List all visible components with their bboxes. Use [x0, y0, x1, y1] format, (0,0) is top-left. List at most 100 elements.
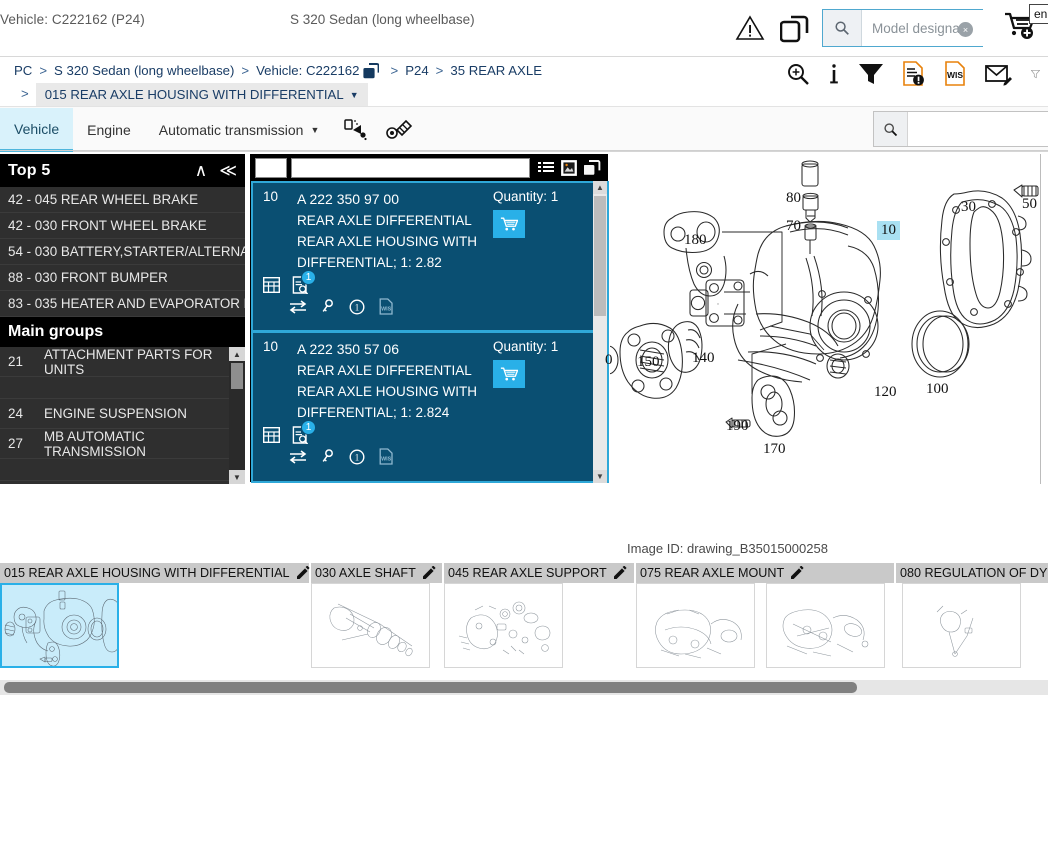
thumbnail-tile[interactable]	[311, 583, 430, 668]
scrollbar-thumb[interactable]	[231, 363, 243, 389]
parts-search-field[interactable]	[291, 158, 530, 178]
vehicle-model-label: S 320 Sedan (long wheelbase)	[290, 12, 475, 27]
main-group-spacer	[0, 377, 229, 399]
top5-item[interactable]: 88 - 030 FRONT BUMPER	[0, 265, 245, 291]
info-circle-icon[interactable]: 1	[349, 448, 365, 465]
scroll-down-arrow-icon[interactable]: ▼	[229, 470, 245, 484]
breadcrumb-item-rear-axle[interactable]: 35 REAR AXLE	[450, 62, 542, 79]
top-header: Vehicle: C222162 (P24) S 320 Sedan (long…	[0, 0, 1048, 57]
info-circle-icon[interactable]: 1	[349, 298, 365, 315]
callout-100[interactable]: 100	[926, 381, 949, 398]
sidebar-scrollbar[interactable]: ▲ ▼	[229, 347, 245, 484]
paint-spray-icon[interactable]	[333, 108, 377, 152]
breadcrumb-separator: >	[390, 63, 399, 78]
wis-document-icon[interactable]: WIS	[944, 61, 967, 87]
scroll-up-arrow-icon[interactable]: ▲	[229, 347, 245, 361]
thumbnail-group-header[interactable]: 080 REGULATION OF DYN	[896, 563, 1048, 583]
language-indicator[interactable]: en	[1029, 4, 1048, 24]
callout-120[interactable]: 120	[874, 384, 897, 401]
breadcrumb-item-vehicle[interactable]: Vehicle: C222162	[256, 62, 359, 79]
thumbnail-tile[interactable]	[636, 583, 755, 668]
part-card[interactable]: 10 A 222 350 97 00 REAR AXLE DIFFERENTIA…	[251, 181, 609, 332]
breadcrumb-item-p24[interactable]: P24	[405, 62, 428, 79]
breadcrumb-item-model[interactable]: S 320 Sedan (long wheelbase)	[54, 62, 234, 79]
collapse-left-icon[interactable]: ≪	[219, 162, 237, 179]
callout-80[interactable]: 80	[786, 190, 801, 207]
callout-190[interactable]: 190	[726, 418, 749, 435]
list-view-icon[interactable]	[538, 161, 554, 175]
wis-doc-icon[interactable]: WIS	[379, 448, 394, 465]
edit-pencil-icon[interactable]	[613, 566, 627, 580]
callout-30[interactable]: 30	[961, 199, 976, 216]
breadcrumb-current-dropdown[interactable]: 015 REAR AXLE HOUSING WITH DIFFERENTIAL …	[35, 83, 368, 106]
horizontal-scrollbar[interactable]	[0, 680, 1048, 695]
document-alert-icon[interactable]	[902, 61, 926, 87]
warning-triangle-icon[interactable]	[735, 14, 765, 42]
main-group-item[interactable]: 21 ATTACHMENT PARTS FOR UNITS	[0, 347, 229, 377]
callout-170[interactable]: 170	[763, 441, 786, 458]
technical-drawing-viewer[interactable]	[610, 154, 1048, 484]
exchange-arrows-icon[interactable]	[289, 299, 307, 314]
secondary-search-input[interactable]	[908, 112, 1048, 146]
scroll-down-arrow-icon[interactable]: ▼	[593, 470, 607, 483]
breadcrumb-copy-icon[interactable]	[363, 62, 380, 79]
add-part-to-cart-button[interactable]	[493, 360, 525, 388]
key-icon[interactable]	[321, 448, 335, 465]
thumbnail-group-header[interactable]: 045 REAR AXLE SUPPORT	[444, 563, 636, 583]
breadcrumb-item-pc[interactable]: PC	[14, 62, 32, 79]
top5-item[interactable]: 42 - 045 REAR WHEEL BRAKE	[0, 187, 245, 213]
edit-pencil-icon[interactable]	[422, 566, 436, 580]
main-group-item[interactable]: 27 MB AUTOMATIC TRANSMISSION	[0, 429, 229, 459]
image-view-icon[interactable]	[561, 160, 577, 176]
table-grid-icon[interactable]	[263, 277, 280, 293]
partial-funnel-icon[interactable]	[1031, 62, 1040, 86]
callout-50[interactable]: 50	[1022, 196, 1037, 213]
collapse-up-icon[interactable]: ∧	[195, 162, 207, 179]
main-group-item[interactable]: 29 PEDAL ASSEMBLY	[0, 481, 229, 484]
copy-documents-icon[interactable]	[776, 7, 814, 49]
horizontal-scrollbar-thumb[interactable]	[4, 682, 857, 693]
bolt-screw-icon[interactable]	[377, 108, 421, 152]
scroll-up-arrow-icon[interactable]: ▲	[593, 181, 607, 194]
callout-150[interactable]: 150	[637, 354, 660, 371]
filter-funnel-icon[interactable]	[858, 62, 884, 86]
thumbnail-tile[interactable]	[444, 583, 563, 668]
callout-70[interactable]: 70	[786, 218, 801, 235]
copy-layers-icon[interactable]	[584, 160, 601, 176]
main-group-item[interactable]: 24 ENGINE SUSPENSION	[0, 399, 229, 429]
part-quantity: Quantity: 1	[493, 189, 597, 204]
callout-180[interactable]: 180	[684, 232, 707, 249]
top5-item[interactable]: 83 - 035 HEATER AND EVAPORATOR H...	[0, 291, 245, 317]
thumbnail-group-header[interactable]: 015 REAR AXLE HOUSING WITH DIFFERENTIAL	[0, 563, 311, 583]
info-icon[interactable]	[828, 62, 840, 86]
exchange-arrows-icon[interactable]	[289, 449, 307, 464]
thumbnail-tile-selected[interactable]	[0, 583, 119, 668]
model-designation-search[interactable]: ×	[822, 9, 1048, 47]
thumbnail-group-header[interactable]: 030 AXLE SHAFT	[311, 563, 444, 583]
callout-140[interactable]: 140	[692, 350, 715, 367]
table-grid-icon[interactable]	[263, 427, 280, 443]
top5-item[interactable]: 54 - 030 BATTERY,STARTER/ALTERNAT...	[0, 239, 245, 265]
thumbnail-tile[interactable]	[902, 583, 1021, 668]
clear-search-icon[interactable]: ×	[958, 22, 973, 37]
top5-item[interactable]: 42 - 030 FRONT WHEEL BRAKE	[0, 213, 245, 239]
edit-pencil-icon[interactable]	[296, 566, 310, 580]
parts-scrollbar[interactable]: ▲ ▼	[593, 181, 607, 483]
tab-automatic-transmission[interactable]: Automatic transmission ▼	[145, 108, 334, 152]
secondary-search-box[interactable]	[873, 111, 1048, 147]
callout-10-selected[interactable]: 10	[877, 221, 900, 240]
key-icon[interactable]	[321, 298, 335, 315]
email-edit-icon[interactable]	[985, 62, 1013, 86]
parts-position-box[interactable]	[255, 158, 287, 178]
zoom-in-icon[interactable]	[786, 62, 810, 86]
wis-doc-icon[interactable]: WIS	[379, 298, 394, 315]
thumbnail-tile[interactable]	[766, 583, 885, 668]
tab-vehicle[interactable]: Vehicle	[0, 108, 74, 152]
tab-engine[interactable]: Engine	[73, 108, 145, 152]
scrollbar-thumb[interactable]	[594, 196, 606, 316]
add-part-to-cart-button[interactable]	[493, 210, 525, 238]
thumbnail-group-header[interactable]: 075 REAR AXLE MOUNT	[636, 563, 896, 583]
part-card[interactable]: 10 A 222 350 57 06 REAR AXLE DIFFERENTIA…	[251, 332, 609, 483]
edit-pencil-icon[interactable]	[790, 566, 804, 580]
callout-partial[interactable]: 0	[605, 352, 613, 369]
